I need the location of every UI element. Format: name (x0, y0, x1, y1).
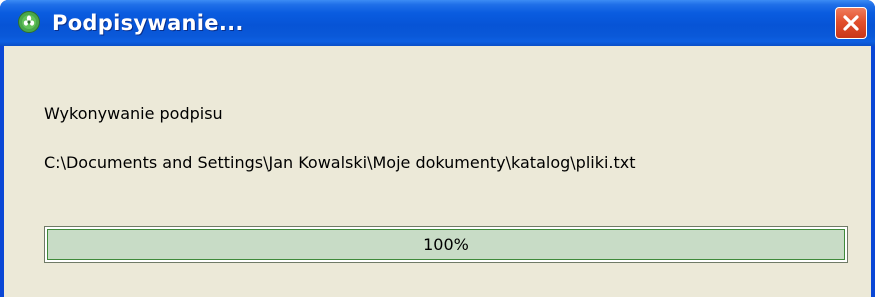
operation-label: Wykonywanie podpisu (44, 104, 223, 123)
file-path-label: C:\Documents and Settings\Jan Kowalski\M… (44, 153, 636, 172)
close-button[interactable] (835, 7, 867, 39)
title-bar[interactable]: Podpisywanie... (0, 0, 875, 46)
green-flower-icon (18, 11, 40, 33)
progress-bar: 100% (44, 226, 848, 263)
progress-percent: 100% (423, 235, 469, 254)
signing-dialog-window: Podpisywanie... Wykonywanie podpisu C:\D… (0, 0, 875, 297)
window-title: Podpisywanie... (52, 11, 244, 35)
